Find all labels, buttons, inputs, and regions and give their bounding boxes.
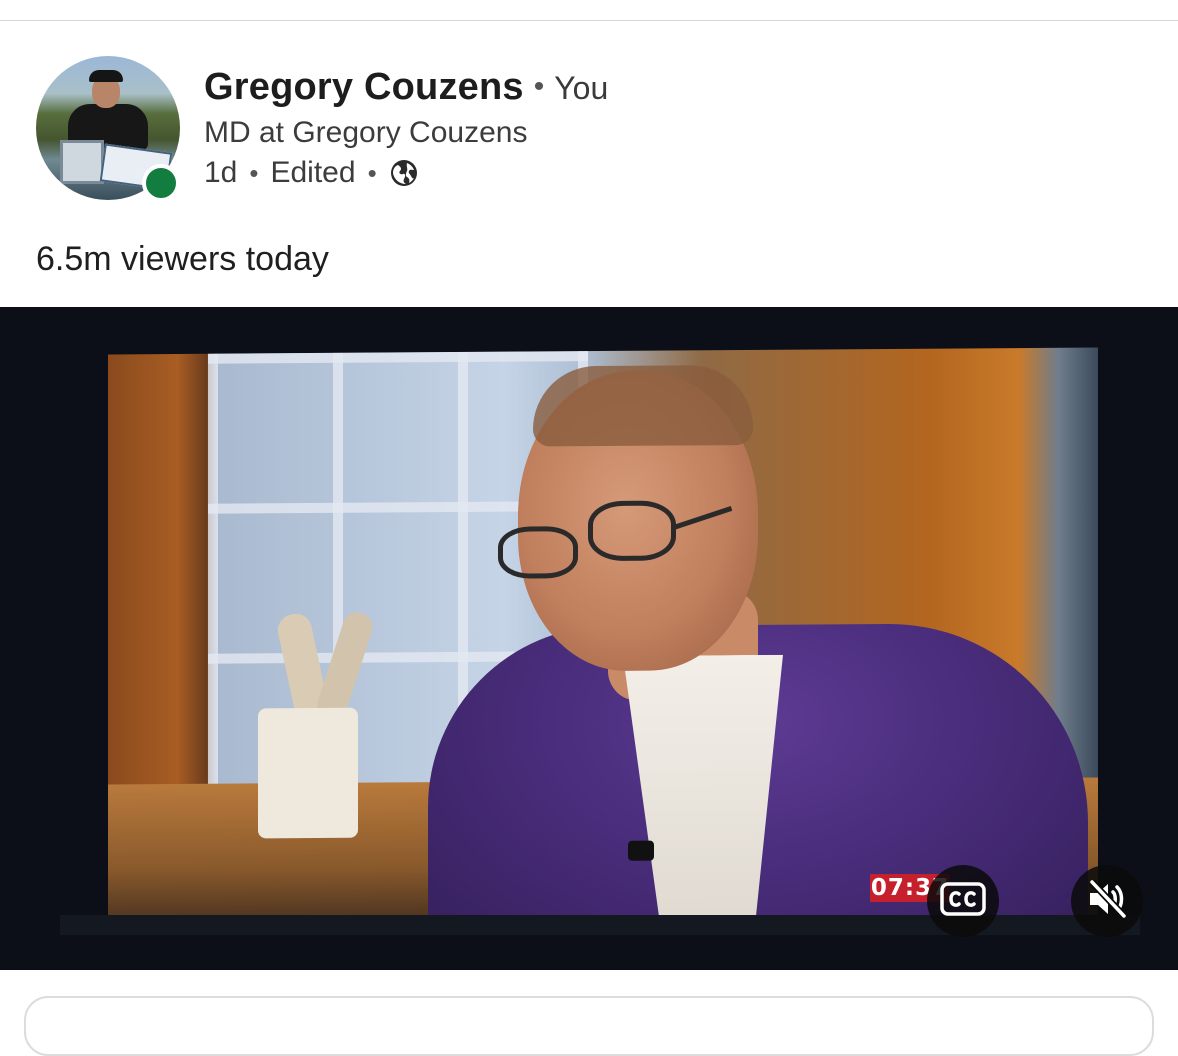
online-status-dot	[142, 164, 180, 202]
meta-separator: •	[249, 157, 259, 188]
video-player[interactable]: 07:37	[0, 307, 1178, 970]
edited-label: Edited	[270, 156, 356, 189]
utensil-jar	[258, 707, 358, 839]
post-age: 1d	[204, 156, 238, 189]
glasses	[498, 526, 578, 579]
you-label: You	[554, 70, 609, 106]
avatar-person-cap	[89, 70, 123, 82]
post-header: Gregory Couzens • You MD at Gregory Couzen…	[36, 56, 1136, 206]
cc-icon	[940, 881, 986, 921]
speaker-muted-icon	[1084, 876, 1130, 927]
author-name[interactable]: Gregory Couzens	[204, 66, 524, 108]
video-frame	[108, 347, 1098, 925]
captions-button[interactable]	[927, 865, 999, 937]
globe-icon	[389, 158, 419, 188]
meta-separator: •	[367, 157, 377, 188]
post-meta: 1d • Edited •	[204, 156, 419, 190]
author-name-line: Gregory Couzens • You	[204, 66, 608, 109]
mute-button[interactable]	[1071, 865, 1143, 937]
post-text: 6.5m viewers today	[36, 240, 329, 278]
glasses	[588, 500, 676, 562]
avatar-box	[60, 140, 104, 184]
top-divider	[0, 20, 1178, 21]
interviewee-hair	[533, 364, 753, 447]
author-headline: MD at Gregory Couzens	[204, 116, 528, 149]
next-card	[24, 996, 1154, 1056]
lapel-microphone	[628, 840, 654, 861]
name-separator: •	[533, 70, 545, 103]
